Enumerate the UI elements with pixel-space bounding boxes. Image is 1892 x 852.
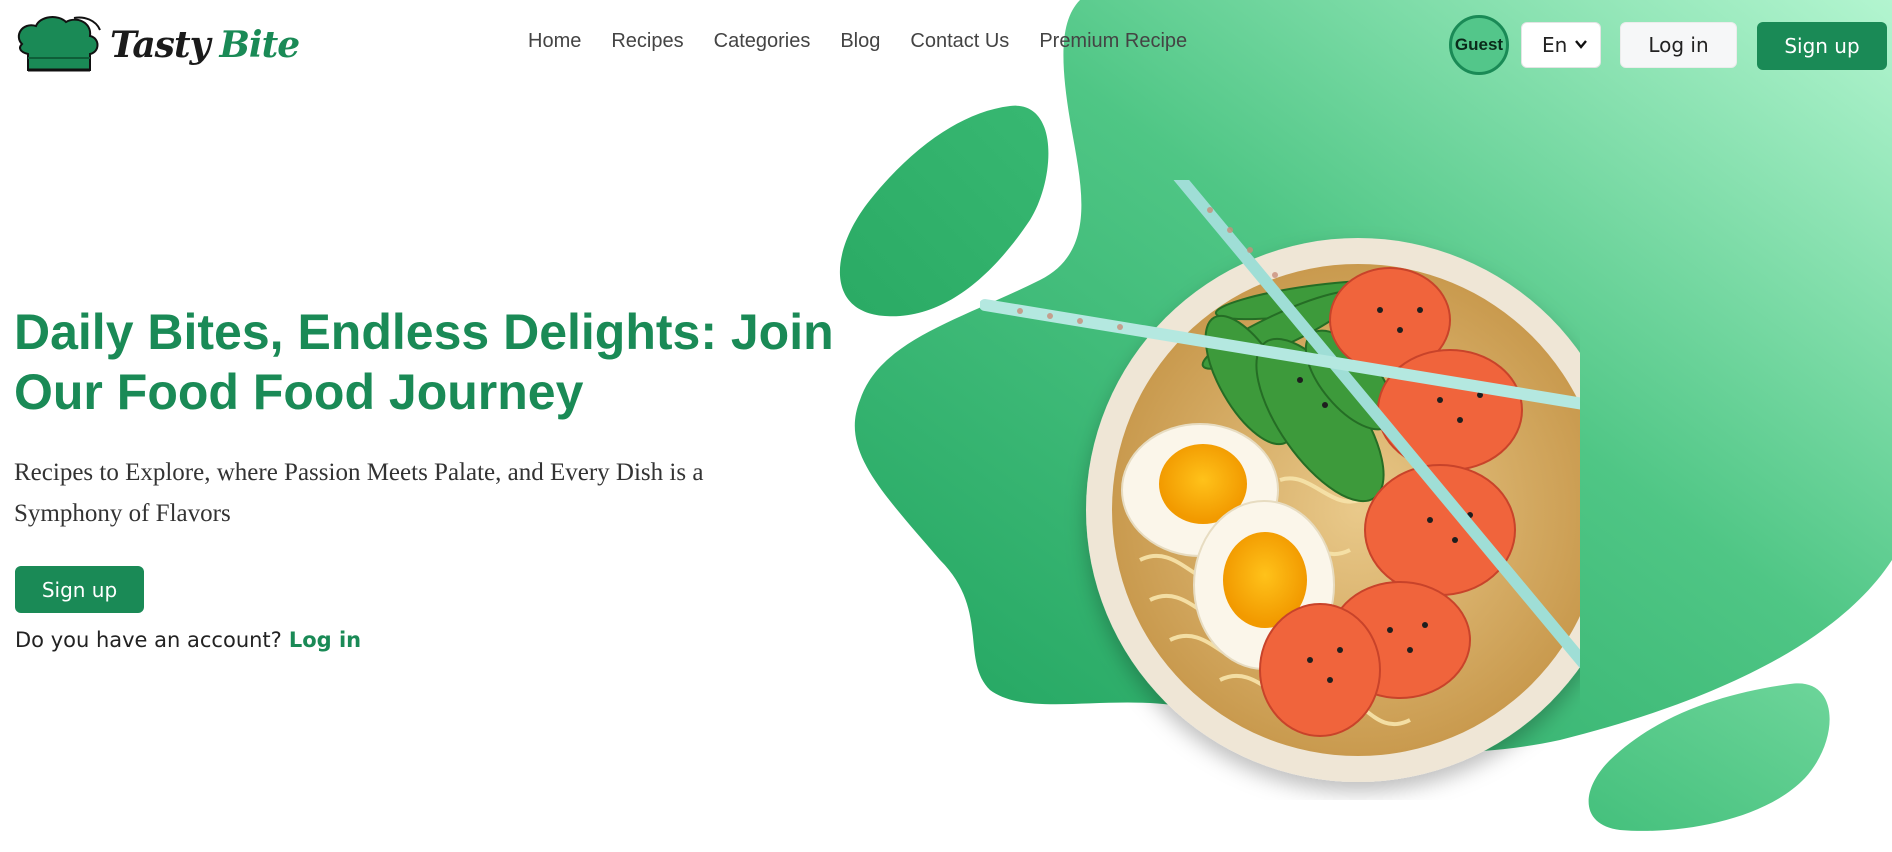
language-select[interactable]: En — [1521, 22, 1601, 68]
chevron-down-icon — [1575, 40, 1587, 49]
site-header: Tasty Bite Home Recipes Categories Blog C… — [0, 0, 1892, 92]
brand-name: Tasty Bite — [110, 24, 300, 66]
brand-name-part1: Tasty — [110, 24, 210, 66]
nav-item-contact-us[interactable]: Contact Us — [910, 30, 1009, 53]
login-button[interactable]: Log in — [1620, 22, 1737, 68]
hero-signup-button[interactable]: Sign up — [15, 566, 144, 613]
nav-item-recipes[interactable]: Recipes — [611, 30, 683, 53]
nav-item-categories[interactable]: Categories — [714, 30, 811, 53]
ramen-bowl-image — [980, 180, 1580, 782]
brand-name-part2: Bite — [219, 24, 300, 66]
main-nav: Home Recipes Categories Blog Contact Us … — [528, 30, 1217, 53]
language-value: En — [1542, 33, 1568, 57]
nav-item-home[interactable]: Home — [528, 30, 581, 53]
chef-hat-icon — [17, 16, 101, 72]
account-prompt-text: Do you have an account? — [15, 628, 282, 652]
brand-logo[interactable]: Tasty Bite — [14, 14, 300, 76]
signup-button[interactable]: Sign up — [1757, 22, 1887, 70]
hero-background-blobs — [839, 0, 1892, 831]
nav-item-blog[interactable]: Blog — [840, 30, 880, 53]
hero-subtitle: Recipes to Explore, where Passion Meets … — [14, 459, 704, 527]
nav-item-premium-recipe[interactable]: Premium Recipe — [1039, 30, 1187, 53]
guest-avatar[interactable]: Guest — [1449, 15, 1509, 75]
account-prompt: Do you have an account? Log in — [15, 628, 361, 652]
hero-login-link[interactable]: Log in — [289, 628, 361, 652]
hero-title: Daily Bites, Endless Delights: Join Our … — [14, 304, 834, 420]
